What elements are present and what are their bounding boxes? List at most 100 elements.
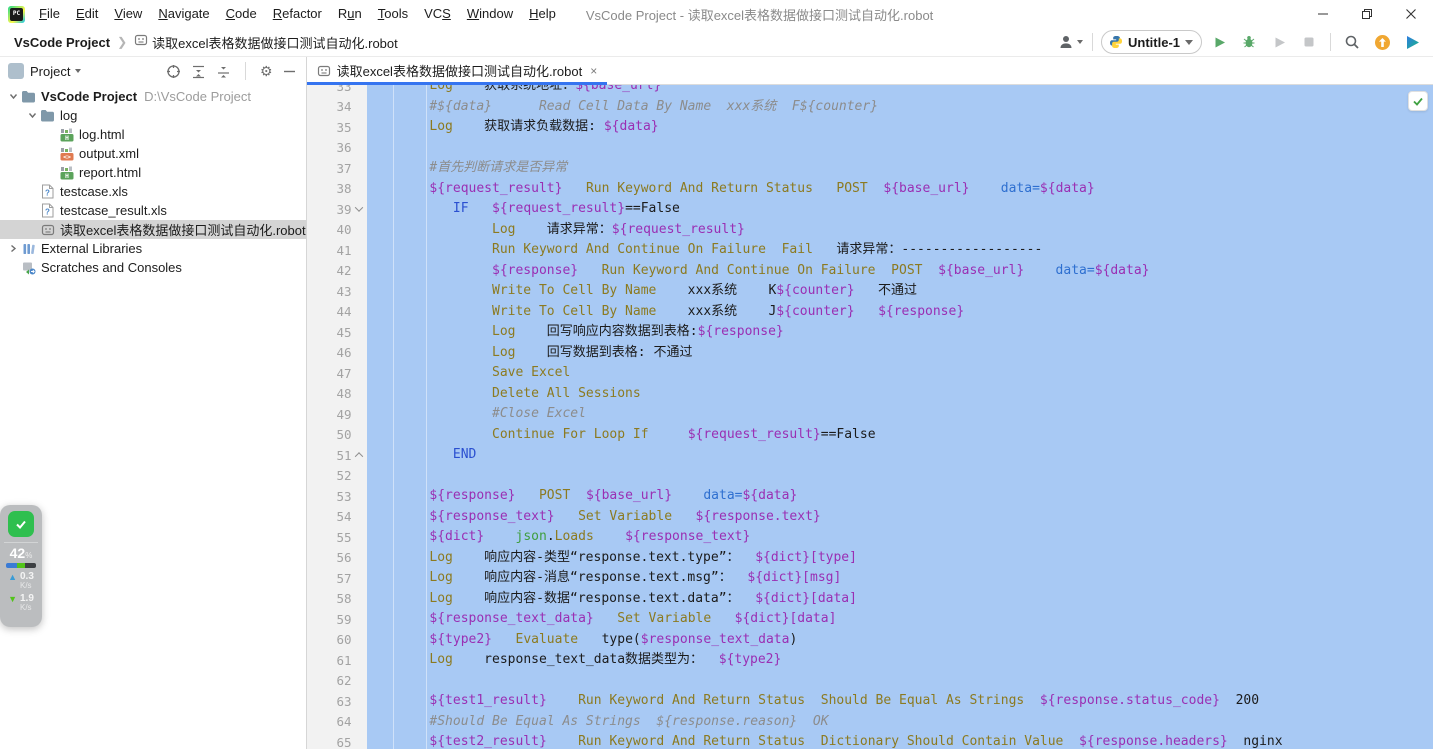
line-number[interactable]: 37 [337,161,352,176]
tree-item-vscode-project[interactable]: VsCode Project D:\VsCode Project [0,87,306,106]
gutter-line-62[interactable]: 62 [306,670,367,691]
code-text[interactable]: ${response_text} Set Variable ${response… [366,506,1433,527]
gutter-line-46[interactable]: 46 [306,342,367,363]
code-text[interactable] [366,137,1433,158]
tree-item-testcase.xls[interactable]: ? testcase.xls [0,182,306,201]
line-number[interactable]: 46 [337,345,352,360]
breadcrumb-project[interactable]: VsCode Project [14,35,110,50]
line-number[interactable]: 43 [337,284,352,299]
locate-file-icon[interactable] [166,64,181,79]
line-number[interactable]: 57 [337,571,352,586]
code-text[interactable] [366,465,1433,486]
line-number[interactable]: 61 [337,653,352,668]
code-text[interactable]: ${test1_result} Run Keyword And Return S… [366,691,1433,712]
breadcrumb-file[interactable]: 读取excel表格数据做接口测试自动化.robot [152,33,398,52]
gutter-line-35[interactable]: 35 [306,117,367,138]
gutter-line-36[interactable]: 36 [306,137,367,158]
tree-item-log[interactable]: log [0,106,306,125]
code-text[interactable]: Log 获取请求负载数据: ${data} [366,117,1433,138]
line-number[interactable]: 51 [337,448,352,463]
menu-refactor[interactable]: Refactor [265,2,330,25]
line-number[interactable]: 52 [337,468,352,483]
line-number[interactable]: 58 [337,591,352,606]
menu-vcs[interactable]: VCS [416,2,459,25]
line-number[interactable]: 62 [337,673,352,688]
line-number[interactable]: 41 [337,243,352,258]
menu-code[interactable]: Code [218,2,265,25]
plugin-play-button[interactable] [1399,30,1425,54]
code-text[interactable]: ${test2_result} Run Keyword And Return S… [366,732,1433,749]
gutter-line-40[interactable]: 40 [306,219,367,240]
line-number[interactable]: 65 [337,735,352,749]
project-panel-title[interactable]: Project [30,64,70,79]
gutter-line-64[interactable]: 64 [306,711,367,732]
menu-edit[interactable]: Edit [68,2,106,25]
line-number[interactable]: 45 [337,325,352,340]
hide-panel-icon[interactable] [283,65,296,78]
collapse-all-icon[interactable] [216,64,231,79]
run-button[interactable] [1206,30,1232,54]
menu-help[interactable]: Help [521,2,564,25]
line-number[interactable]: 34 [337,99,352,114]
gutter-line-55[interactable]: 55 [306,527,367,548]
line-number[interactable]: 55 [337,530,352,545]
tree-item-external-libraries[interactable]: External Libraries [0,239,306,258]
stop-button[interactable] [1296,30,1322,54]
gutter-line-56[interactable]: 56 [306,547,367,568]
menu-view[interactable]: View [106,2,150,25]
gutter-line-50[interactable]: 50 [306,424,367,445]
gutter-line-58[interactable]: 58 [306,588,367,609]
gutter-line-33[interactable]: 33 [306,85,367,97]
line-number[interactable]: 39 [337,202,352,217]
code-text[interactable]: ${response} POST ${base_url} data=${data… [366,486,1433,507]
gutter-line-39[interactable]: 39 [306,199,367,220]
update-button[interactable] [1369,30,1395,54]
line-number[interactable]: 54 [337,509,352,524]
editor-tab[interactable]: 读取excel表格数据做接口测试自动化.robot × [306,57,608,85]
code-text[interactable]: #Close Excel [366,404,1433,425]
chevron-open-icon[interactable] [25,111,39,120]
code-text[interactable]: Log 回写响应内容数据到表格:${response} [366,322,1433,343]
code-text[interactable]: Log response_text_data数据类型为： ${type2} [366,650,1433,671]
line-number[interactable]: 53 [337,489,352,504]
code-editor[interactable]: 33 Log 获取系统地址：${base_url} 34 #${data} Rea… [306,85,1433,749]
code-text[interactable]: Save Excel [366,363,1433,384]
fold-up-icon[interactable] [354,452,364,461]
run-configuration-select[interactable]: Untitle-1 [1101,30,1202,54]
code-text[interactable]: ${dict} json.Loads ${response_text} [366,527,1433,548]
code-text[interactable]: Log 获取系统地址：${base_url} [366,85,1433,97]
gutter-line-57[interactable]: 57 [306,568,367,589]
debug-button[interactable] [1236,30,1262,54]
menu-navigate[interactable]: Navigate [150,2,217,25]
line-number[interactable]: 42 [337,263,352,278]
gutter-line-45[interactable]: 45 [306,322,367,343]
code-text[interactable]: Run Keyword And Continue On Failure Fail… [366,240,1433,261]
code-text[interactable]: ${request_result} Run Keyword And Return… [366,178,1433,199]
gutter-line-44[interactable]: 44 [306,301,367,322]
code-text[interactable] [366,670,1433,691]
code-text[interactable]: ${response} Run Keyword And Continue On … [366,260,1433,281]
gutter-line-34[interactable]: 34 [306,96,367,117]
code-text[interactable]: Log 响应内容-数据“response.text.data”： ${dict}… [366,588,1433,609]
gutter-line-48[interactable]: 48 [306,383,367,404]
gutter-line-47[interactable]: 47 [306,363,367,384]
fold-marker[interactable] [352,203,367,213]
tree-item-output.xml[interactable]: <> output.xml [0,144,306,163]
user-account-button[interactable] [1058,30,1084,54]
line-number[interactable]: 56 [337,550,352,565]
gutter-line-52[interactable]: 52 [306,465,367,486]
gutter-line-49[interactable]: 49 [306,404,367,425]
pycharm-app-icon[interactable]: PC [8,5,25,23]
code-text[interactable]: IF ${request_result}==False [366,199,1433,220]
line-number[interactable]: 59 [337,612,352,627]
menu-file[interactable]: File [31,2,68,25]
code-text[interactable]: Write To Cell By Name xxx系统 J${counter} … [366,301,1433,322]
line-number[interactable]: 49 [337,407,352,422]
gutter-line-54[interactable]: 54 [306,506,367,527]
gutter-line-43[interactable]: 43 [306,281,367,302]
code-text[interactable]: Log 回写数据到表格: 不通过 [366,342,1433,363]
tab-close-icon[interactable]: × [590,64,597,78]
gutter-line-38[interactable]: 38 [306,178,367,199]
code-text[interactable]: Log 响应内容-消息“response.text.msg”： ${dict}[… [366,568,1433,589]
chevron-closed-icon[interactable] [6,244,20,253]
